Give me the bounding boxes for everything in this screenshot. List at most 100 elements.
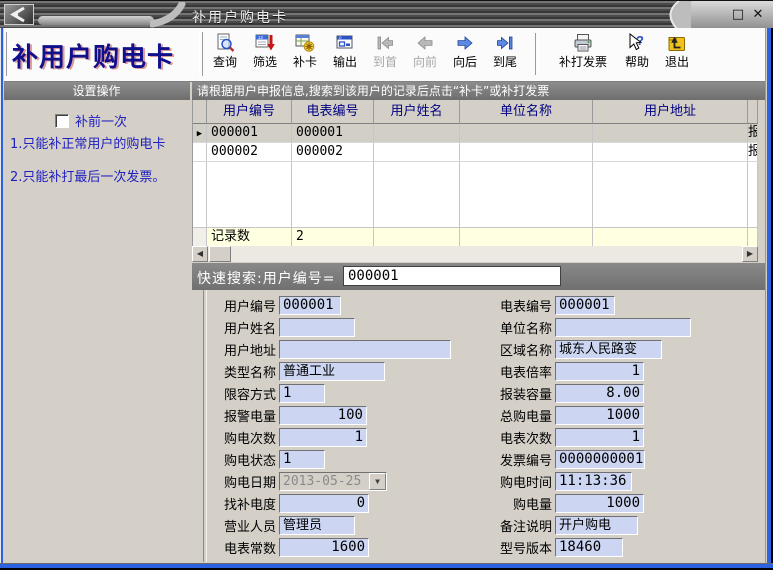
meter-count-field[interactable]: 1 xyxy=(555,428,644,447)
query-button[interactable]: 查询 xyxy=(205,31,245,69)
purchase-time-field[interactable]: 11:13:36 xyxy=(555,472,632,491)
remark-field[interactable]: 开户购电 xyxy=(555,516,638,535)
sidebar-note: 2.只能补打最后一次发票。 xyxy=(10,166,165,185)
field-label: 购电日期 xyxy=(204,472,276,491)
toolbar-buttons: 查询 12 筛选 xyxy=(205,31,697,79)
help-button[interactable]: ? 帮助 xyxy=(617,31,657,69)
maximize-button[interactable]: □ xyxy=(730,7,746,23)
checkbox-label: 补前一次 xyxy=(75,111,127,130)
scroll-left-button[interactable]: ◀ xyxy=(192,246,208,262)
record-count-label: 记录数 xyxy=(207,228,292,246)
close-button[interactable]: ✕ xyxy=(750,7,766,23)
toolbar: 补用户购电卡 查询 xyxy=(0,28,773,82)
titlebar-swoosh-curve xyxy=(150,2,190,28)
grid-cell: 000001 xyxy=(292,124,374,142)
rewrite-card-button[interactable]: 补卡 xyxy=(285,31,325,69)
reprint-invoice-button[interactable]: 补打发票 xyxy=(549,31,617,69)
grid-cell-clipped: 报 xyxy=(748,143,758,161)
company-name-field[interactable] xyxy=(555,318,691,337)
toolbar-label: 向后 xyxy=(453,55,477,69)
column-header: 电表编号 xyxy=(292,100,374,124)
grid-cell xyxy=(460,124,593,142)
record-count-value: 2 xyxy=(292,228,374,246)
user-address-field[interactable] xyxy=(279,340,451,359)
type-name-field[interactable]: 普通工业 xyxy=(279,362,385,381)
exit-icon xyxy=(667,31,687,55)
grid-cell: 000002 xyxy=(292,143,374,161)
grid-summary-row: 记录数 2 xyxy=(193,227,758,246)
filter-icon: 12 xyxy=(255,31,275,55)
field-label: 类型名称 xyxy=(204,362,276,381)
sidebar: 补前一次 1.只能补正常用户的购电卡 2.只能补打最后一次发票。 xyxy=(3,100,190,562)
export-icon: D xyxy=(335,31,355,55)
region-name-field[interactable]: 城东人民路变 xyxy=(555,340,662,359)
user-id-field[interactable]: 000001 xyxy=(279,296,341,315)
meter-constant-field[interactable]: 1600 xyxy=(279,538,369,557)
previous-record-button[interactable]: 向前 xyxy=(405,31,445,69)
app-window: 补用户购电卡 □ ✕ 补用户购电卡 xyxy=(0,0,773,570)
operator-field[interactable]: 管理员 xyxy=(279,516,355,535)
sidebar-note: 1.只能补正常用户的购电卡 xyxy=(10,133,165,152)
user-grid: 用户编号 电表编号 用户姓名 单位名称 用户地址 ▶ 000001 000001… xyxy=(192,100,758,246)
field-label: 找补电度 xyxy=(204,494,276,513)
user-name-field[interactable] xyxy=(279,318,355,337)
column-header: 用户姓名 xyxy=(374,100,460,124)
purchase-status-field[interactable]: 1 xyxy=(279,450,325,469)
grid-row[interactable]: 000002 000002 报 xyxy=(193,143,758,162)
scroll-right-button[interactable]: ▶ xyxy=(742,246,758,262)
grid-cell-clipped: 报 xyxy=(748,124,758,142)
current-row-marker-icon: ▶ xyxy=(197,129,202,139)
field-label: 总购电量 xyxy=(480,406,552,425)
model-version-field[interactable]: 18460 xyxy=(555,538,623,557)
grid-header-gutter xyxy=(193,100,207,124)
scrollbar-thumb[interactable] xyxy=(209,246,231,262)
dropdown-arrow-icon[interactable]: ▼ xyxy=(369,473,386,490)
help-icon: ? xyxy=(627,31,647,55)
purchase-date-combo[interactable]: 2013-05-25 ▼ xyxy=(279,472,387,491)
installed-capacity-field[interactable]: 8.00 xyxy=(555,384,644,403)
field-label: 购电状态 xyxy=(204,450,276,469)
field-label: 型号版本 xyxy=(480,538,552,557)
quick-search-bar: 快速搜索:用户编号= xyxy=(192,263,765,290)
field-label: 备注说明 xyxy=(480,516,552,535)
last-record-icon xyxy=(495,31,515,55)
field-label: 单位名称 xyxy=(480,318,552,337)
rewrite-card-icon xyxy=(295,31,315,55)
last-record-button[interactable]: 到尾 xyxy=(485,31,525,69)
grid-cell xyxy=(593,124,748,142)
field-label: 报警电量 xyxy=(204,406,276,425)
purchase-energy-field[interactable]: 1000 xyxy=(555,494,644,513)
meter-id-field[interactable]: 000001 xyxy=(555,296,615,315)
field-label: 报装容量 xyxy=(480,384,552,403)
field-label: 电表倍率 xyxy=(480,362,552,381)
refill-previous-checkbox[interactable]: 补前一次 xyxy=(55,111,127,130)
previous-record-icon xyxy=(415,31,435,55)
toolbar-label: 查询 xyxy=(213,55,237,69)
next-record-button[interactable]: 向后 xyxy=(445,31,485,69)
grid-row-selected[interactable]: ▶ 000001 000001 报 xyxy=(193,124,758,143)
field-label: 营业人员 xyxy=(204,516,276,535)
first-record-button[interactable]: 到首 xyxy=(365,31,405,69)
window-title: 补用户购电卡 xyxy=(192,7,288,27)
adjust-energy-field[interactable]: 0 xyxy=(279,494,369,513)
filter-button[interactable]: 12 筛选 xyxy=(245,31,285,69)
toolbar-label: 补打发票 xyxy=(559,55,607,69)
grid-cell xyxy=(460,143,593,161)
column-header: 用户地址 xyxy=(593,100,748,124)
alarm-energy-field[interactable]: 100 xyxy=(279,406,367,425)
toolbar-label: 退出 xyxy=(665,55,689,69)
quick-search-input[interactable] xyxy=(343,266,561,286)
field-label: 电表常数 xyxy=(204,538,276,557)
invoice-number-field[interactable]: 0000000001 xyxy=(555,450,645,469)
total-energy-field[interactable]: 1000 xyxy=(555,406,644,425)
next-record-icon xyxy=(455,31,475,55)
window-border-left xyxy=(0,28,4,570)
field-label: 购电次数 xyxy=(204,428,276,447)
export-button[interactable]: D 输出 xyxy=(325,31,365,69)
grid-horizontal-scrollbar[interactable]: ◀ ▶ xyxy=(192,246,758,262)
summary-gutter xyxy=(193,228,207,246)
exit-button[interactable]: 退出 xyxy=(657,31,697,69)
meter-ratio-field[interactable]: 1 xyxy=(555,362,644,381)
purchase-count-field[interactable]: 1 xyxy=(279,428,367,447)
capacity-limit-mode-field[interactable]: 1 xyxy=(279,384,325,403)
